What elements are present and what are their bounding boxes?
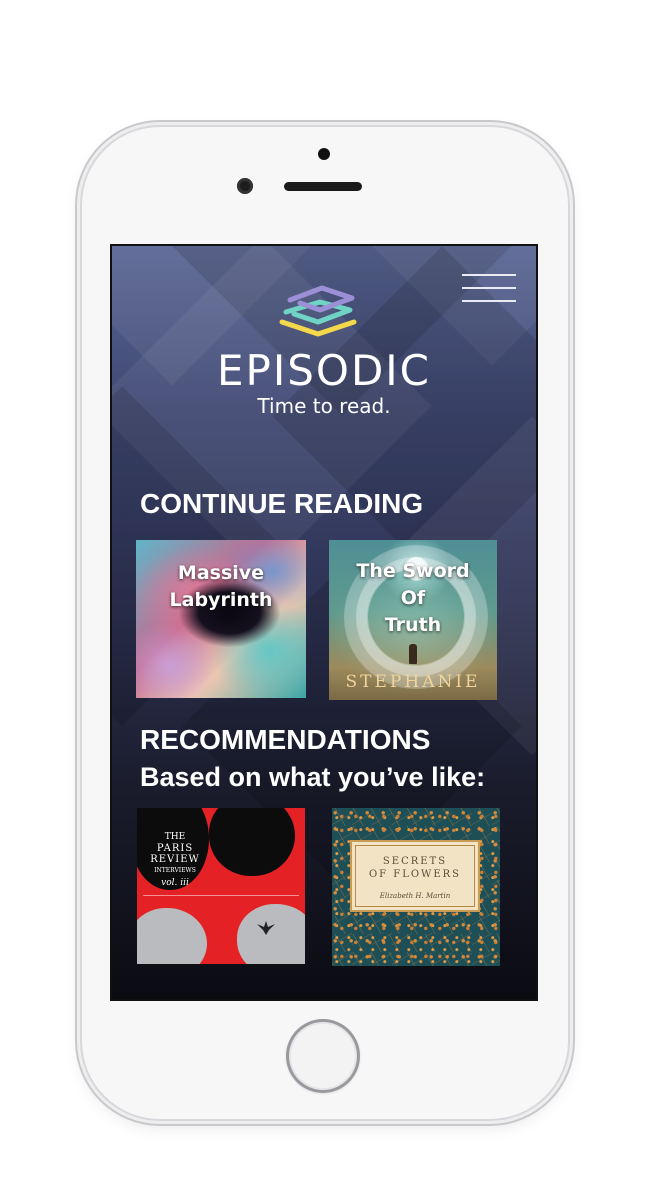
app-screen: EPISODIC Time to read. CONTINUE READING … (110, 244, 538, 1001)
hamburger-menu-icon[interactable] (462, 274, 516, 302)
book-card-paris-review[interactable]: THE PARIS REVIEW INTERVIEWS vol. iii (137, 808, 305, 964)
tagline: Time to read. (257, 394, 391, 418)
cover-title-line: OF FLOWERS (368, 869, 462, 880)
proximity-sensor (318, 148, 330, 160)
book-title-line: The Sword (356, 560, 470, 582)
earpiece-speaker (284, 182, 362, 191)
front-camera (237, 178, 253, 194)
brand-name: EPISODIC (216, 346, 432, 395)
book-title-line: Massive (177, 562, 265, 584)
cover-quote-shape (209, 808, 295, 876)
bird-icon (257, 921, 275, 935)
home-button[interactable] (286, 1019, 360, 1093)
book-card-secrets-of-flowers[interactable]: SECRETS OF FLOWERS Elizabeth H. Martin (332, 808, 500, 966)
cover-title-line: SECRETS (382, 856, 448, 867)
cover-title-main: REVIEW (150, 854, 200, 865)
cover-title: THE PARIS REVIEW INTERVIEWS vol. iii (147, 832, 203, 889)
cover-divider (143, 895, 299, 896)
cover-title: SECRETS OF FLOWERS (352, 855, 478, 881)
book-card-sword-of-truth[interactable]: The Sword Of Truth STEPHANIE (329, 540, 497, 700)
continue-reading-heading: CONTINUE READING (140, 488, 424, 519)
recommendations-subheading: Based on what you’ve like: (140, 762, 486, 792)
cover-title-main: PARIS (156, 843, 194, 854)
cover-volume: vol. iii (161, 878, 189, 888)
book-title-line: Truth (384, 614, 442, 636)
book-author: Elizabeth H. Martin (379, 892, 451, 900)
cover-figure-art (409, 644, 417, 664)
book-card-massive-labyrinth[interactable]: Massive Labyrinth (136, 540, 306, 698)
stacked-layers-icon (279, 285, 357, 337)
cover-label: SECRETS OF FLOWERS Elizabeth H. Martin (350, 840, 480, 912)
cover-title-small: THE (164, 832, 186, 842)
recommendations-heading: RECOMMENDATIONS (140, 724, 431, 755)
book-title-line: Labyrinth (169, 589, 273, 611)
cover-title-sub: INTERVIEWS (154, 867, 196, 874)
book-author: STEPHANIE (345, 672, 481, 692)
book-title-line: Of (400, 587, 426, 609)
cover-quote-shape (137, 908, 207, 964)
